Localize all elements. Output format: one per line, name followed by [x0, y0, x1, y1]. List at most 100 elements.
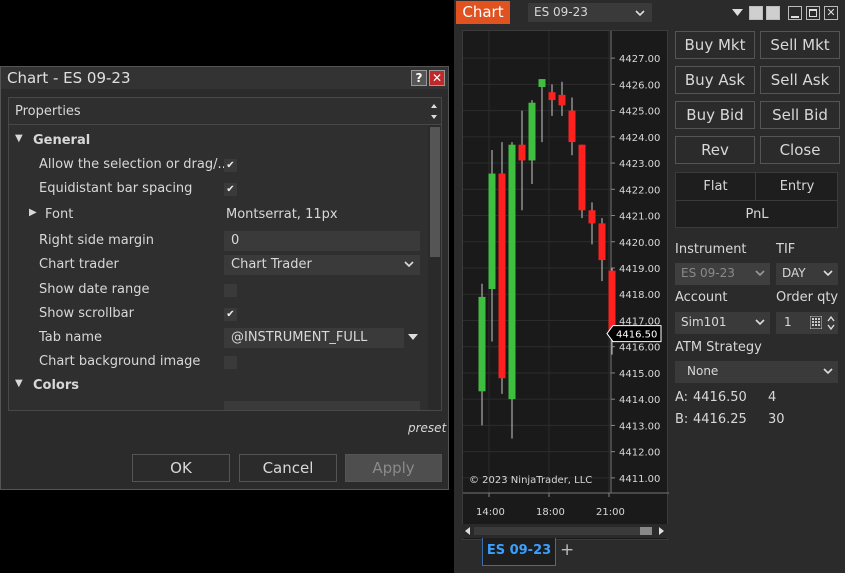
- candle-up[interactable]: [488, 173, 496, 289]
- scrollbar-thumb[interactable]: [430, 127, 440, 257]
- y-tick-label: 4420.00: [619, 238, 660, 249]
- help-button[interactable]: ?: [411, 70, 427, 86]
- tif-value: DAY: [782, 266, 806, 280]
- bid-price: 4416.25: [693, 412, 747, 427]
- candle-up[interactable]: [538, 79, 546, 87]
- scroll-up-down-icon[interactable]: [427, 98, 441, 124]
- row-allow-selection[interactable]: Allow the selection or drag/... ✔: [9, 153, 427, 177]
- position-flat: Flat: [676, 173, 756, 201]
- expand-arrow-icon[interactable]: ▶: [29, 207, 37, 218]
- instrument-selector[interactable]: ES 09-23: [528, 3, 652, 22]
- caret-down-icon[interactable]: [407, 332, 419, 342]
- font-value[interactable]: Montserrat, 11px: [226, 207, 338, 222]
- chevron-down-icon: [404, 261, 414, 268]
- chart-bottom-tab[interactable]: ES 09-23: [482, 538, 556, 566]
- show-date-range-checkbox[interactable]: [224, 284, 237, 297]
- chevron-down-icon: [823, 368, 833, 375]
- candle-up[interactable]: [528, 102, 536, 161]
- chart-panel[interactable]: 4427.00 4426.00 4425.00 4424.00 4423.00 4422.…: [462, 30, 669, 540]
- allow-selection-checkbox[interactable]: ✔: [224, 159, 237, 172]
- row-chart-trader[interactable]: Chart trader Chart Trader: [9, 253, 427, 277]
- pin-icon[interactable]: [766, 6, 780, 20]
- ok-button[interactable]: OK: [132, 454, 230, 482]
- y-tick-label: 4421.00: [619, 212, 660, 223]
- maximize-icon[interactable]: [806, 6, 820, 20]
- chart-tab[interactable]: Chart: [456, 1, 510, 24]
- properties-grid: ▼ General Allow the selection or drag/..…: [8, 125, 442, 411]
- close-window-icon[interactable]: ✕: [824, 6, 838, 20]
- collapse-arrow-icon[interactable]: ▼: [15, 378, 23, 389]
- chevron-down-icon: [635, 10, 645, 17]
- close-position-button[interactable]: Close: [760, 136, 840, 164]
- keypad-icon[interactable]: [810, 316, 822, 329]
- properties-dialog: Chart - ES 09-23 ? ✕ Properties ▼ Genera…: [0, 66, 449, 490]
- row-tab-name[interactable]: Tab name @INSTRUMENT_FULL: [9, 326, 427, 350]
- dialog-title-bar[interactable]: Chart - ES 09-23 ? ✕: [1, 67, 448, 89]
- category-general[interactable]: ▼ General: [9, 129, 427, 153]
- row-show-scrollbar[interactable]: Show scrollbar ✔: [9, 302, 427, 326]
- row-equidistant[interactable]: Equidistant bar spacing ✔: [9, 177, 427, 201]
- sell-market-button[interactable]: Sell Mkt: [760, 31, 840, 59]
- candle-down[interactable]: [558, 94, 566, 106]
- chart-trader-value: Chart Trader: [231, 257, 312, 272]
- equidistant-checkbox[interactable]: ✔: [224, 183, 237, 196]
- show-scrollbar-checkbox[interactable]: ✔: [224, 308, 237, 321]
- chart-trader-select[interactable]: Chart Trader: [224, 255, 420, 275]
- row-right-margin[interactable]: Right side margin 0: [9, 229, 427, 253]
- add-tab-button[interactable]: +: [560, 540, 574, 560]
- buy-ask-button[interactable]: Buy Ask: [675, 66, 755, 94]
- scroll-right-icon[interactable]: [659, 527, 664, 535]
- candle-down[interactable]: [608, 270, 616, 334]
- stepper-icon[interactable]: [826, 315, 836, 331]
- x-tick-label: 14:00: [476, 507, 505, 518]
- horizontal-scrollbar[interactable]: [462, 524, 668, 538]
- tif-select[interactable]: DAY: [776, 263, 838, 285]
- row-chart-bg-image[interactable]: Chart background image: [9, 350, 427, 374]
- buy-market-button[interactable]: Buy Mkt: [675, 31, 755, 59]
- account-select[interactable]: Sim101: [675, 312, 770, 334]
- y-tick-label: 4416.00: [619, 343, 660, 354]
- chart-window-title-bar[interactable]: Chart ES 09-23 ✕: [454, 0, 845, 26]
- sell-ask-button[interactable]: Sell Ask: [760, 66, 840, 94]
- ask-size: 4: [768, 390, 777, 405]
- scrollbar-track[interactable]: [474, 527, 646, 535]
- candle-down[interactable]: [568, 110, 576, 143]
- candle-down[interactable]: [578, 144, 586, 211]
- header-scroll-arrows[interactable]: [427, 98, 441, 124]
- right-margin-input[interactable]: 0: [224, 231, 420, 251]
- window-menu-icon[interactable]: [732, 9, 743, 17]
- candlestick-chart[interactable]: 4427.00 4426.00 4425.00 4424.00 4423.00 4422.…: [463, 31, 669, 525]
- tab-name-input[interactable]: @INSTRUMENT_FULL: [224, 328, 404, 348]
- trader-instrument-select[interactable]: ES 09-23: [675, 263, 770, 285]
- candle-up[interactable]: [508, 144, 516, 400]
- apply-button[interactable]: Apply: [345, 454, 442, 482]
- minimize-icon[interactable]: [788, 6, 802, 20]
- candle-down[interactable]: [588, 210, 596, 224]
- close-button[interactable]: ✕: [429, 70, 445, 86]
- scrollbar-thumb[interactable]: [640, 527, 652, 535]
- y-tick-label: 4418.00: [619, 290, 660, 301]
- candle-down[interactable]: [548, 92, 556, 101]
- scroll-left-icon[interactable]: [465, 527, 470, 535]
- chevron-down-icon: [823, 270, 833, 277]
- buy-bid-button[interactable]: Buy Bid: [675, 101, 755, 129]
- chart-bg-image-checkbox[interactable]: [224, 356, 237, 369]
- sell-bid-button[interactable]: Sell Bid: [760, 101, 840, 129]
- vertical-scrollbar[interactable]: [428, 125, 441, 410]
- row-show-date-range[interactable]: Show date range: [9, 278, 427, 302]
- tile-icon[interactable]: [749, 6, 763, 20]
- cancel-button[interactable]: Cancel: [239, 454, 337, 482]
- atm-strategy-select[interactable]: None: [675, 361, 838, 383]
- row-font[interactable]: ▶ Font Montserrat, 11px: [9, 203, 427, 227]
- reverse-button[interactable]: Rev: [675, 136, 755, 164]
- chart-window: Chart ES 09-23 ✕ 4427.00 4426.00 4425.00 44…: [454, 0, 845, 573]
- candle-down[interactable]: [518, 144, 526, 161]
- candle-up[interactable]: [478, 296, 486, 392]
- y-tick-label: 4419.00: [619, 264, 660, 275]
- order-qty-input[interactable]: 1: [776, 312, 838, 334]
- collapse-arrow-icon[interactable]: ▼: [15, 133, 23, 144]
- preset-link[interactable]: preset: [408, 421, 446, 435]
- category-colors[interactable]: ▼ Colors: [9, 374, 427, 398]
- candle-down[interactable]: [598, 223, 606, 261]
- candle-down[interactable]: [498, 173, 506, 379]
